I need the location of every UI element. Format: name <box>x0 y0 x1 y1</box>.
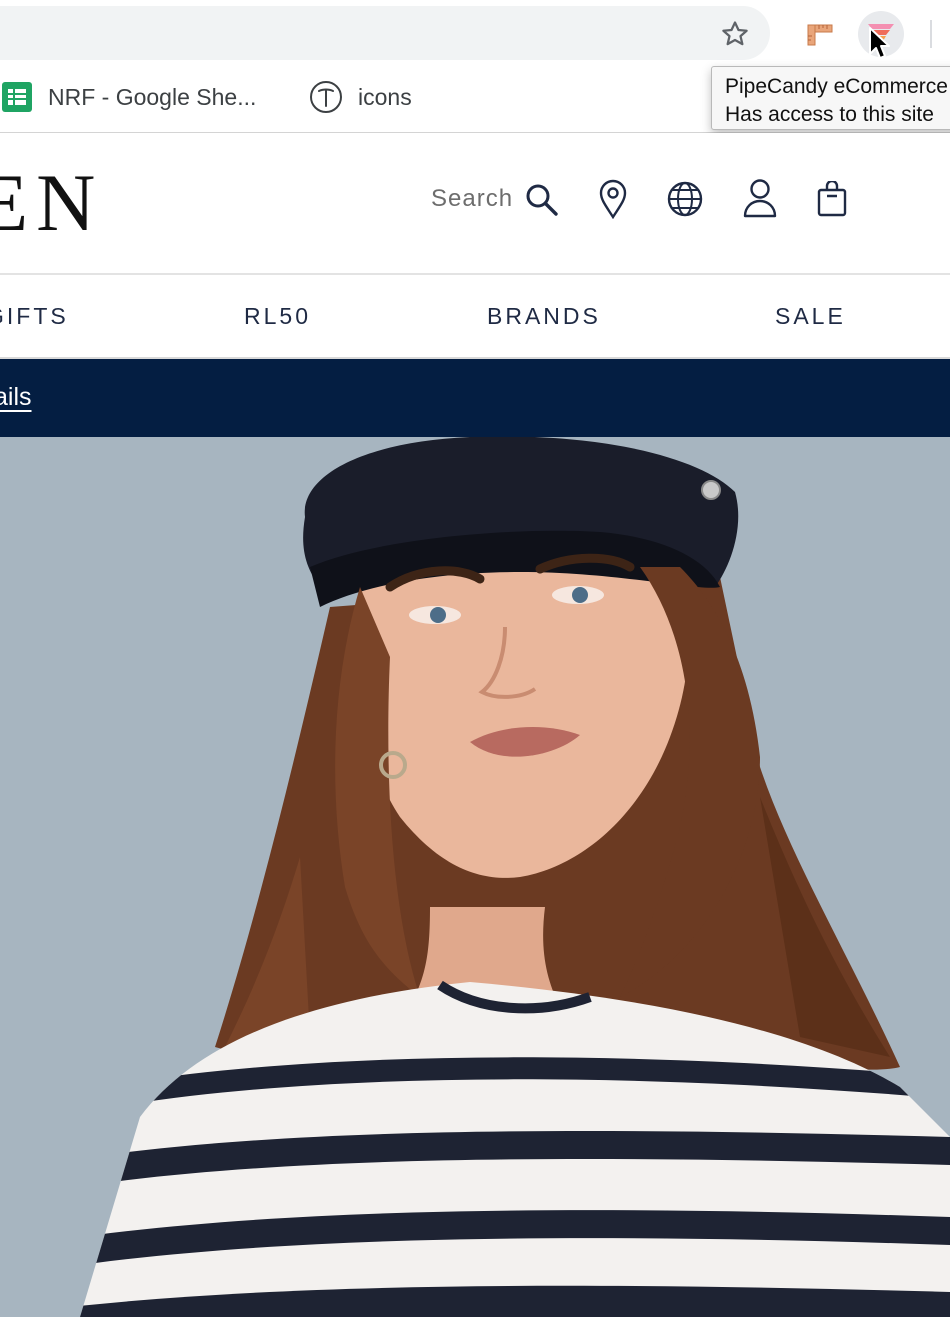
store-locator-button[interactable] <box>594 178 632 220</box>
browser-toolbar <box>0 0 950 62</box>
search-button[interactable] <box>522 180 562 220</box>
hero-image[interactable] <box>0 437 950 1317</box>
location-pin-icon <box>599 179 627 219</box>
tooltip-title: PipeCandy eCommerce <box>725 75 948 98</box>
tooltip-subtitle: Has access to this site <box>725 103 934 126</box>
promo-banner: ails <box>0 359 950 437</box>
address-bar[interactable] <box>0 6 770 60</box>
site-logo[interactable]: EN <box>0 153 103 253</box>
extension-tooltip: PipeCandy eCommerce Has access to this s… <box>711 66 950 130</box>
circle-t-icon <box>310 81 342 113</box>
shopping-bag-button[interactable] <box>812 178 852 220</box>
country-selector-button[interactable] <box>664 178 706 220</box>
main-navigation: GIFTS RL50 BRANDS SALE <box>0 275 950 359</box>
google-sheets-icon <box>2 82 32 112</box>
promo-details-link[interactable]: ails <box>0 383 32 412</box>
search-label[interactable]: Search <box>431 185 513 213</box>
globe-icon <box>667 181 703 217</box>
nav-item-sale[interactable]: SALE <box>775 303 846 330</box>
star-icon <box>722 21 748 46</box>
bookmark-icons[interactable]: icons <box>308 76 412 118</box>
nav-item-brands[interactable]: BRANDS <box>487 303 601 330</box>
ruler-extension-icon <box>807 24 833 46</box>
nav-item-gifts[interactable]: GIFTS <box>0 303 69 330</box>
user-icon <box>743 179 777 218</box>
mouse-cursor-icon <box>869 27 890 59</box>
bookmark-label: NRF - Google She... <box>48 83 257 110</box>
ruler-extension-button[interactable] <box>797 11 843 57</box>
bookmark-label: icons <box>358 83 412 110</box>
bookmark-nrf-sheet[interactable]: NRF - Google She... <box>0 76 256 118</box>
bookmark-star-button[interactable] <box>712 11 758 57</box>
nav-item-rl50[interactable]: RL50 <box>244 303 311 330</box>
account-button[interactable] <box>740 177 780 219</box>
hero-model-illustration <box>80 437 950 1317</box>
search-icon <box>526 184 558 216</box>
toolbar-separator <box>930 20 932 48</box>
shopping-bag-icon <box>817 181 847 217</box>
site-header: EN Search <box>0 133 950 275</box>
